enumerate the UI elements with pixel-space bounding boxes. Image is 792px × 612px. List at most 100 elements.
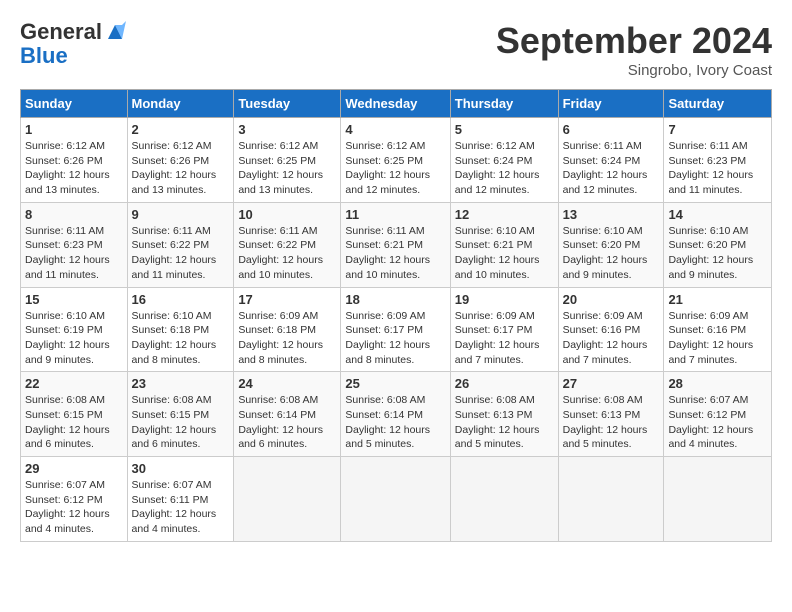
day-info: Sunrise: 6:08 AM Sunset: 6:14 PM Dayligh… (345, 393, 445, 452)
day-of-week-header: Tuesday (234, 90, 341, 118)
calendar-week-row: 1 Sunrise: 6:12 AM Sunset: 6:26 PM Dayli… (21, 118, 772, 203)
day-info: Sunrise: 6:11 AM Sunset: 6:22 PM Dayligh… (238, 224, 336, 283)
day-number: 13 (563, 207, 660, 222)
calendar-day-cell: 3 Sunrise: 6:12 AM Sunset: 6:25 PM Dayli… (234, 118, 341, 203)
day-info: Sunrise: 6:10 AM Sunset: 6:20 PM Dayligh… (668, 224, 767, 283)
day-number: 17 (238, 292, 336, 307)
logo-general: General (20, 20, 102, 44)
calendar-day-cell: 10 Sunrise: 6:11 AM Sunset: 6:22 PM Dayl… (234, 202, 341, 287)
calendar-day-cell: 13 Sunrise: 6:10 AM Sunset: 6:20 PM Dayl… (558, 202, 664, 287)
day-info: Sunrise: 6:09 AM Sunset: 6:18 PM Dayligh… (238, 309, 336, 368)
calendar-day-cell (664, 457, 772, 542)
day-number: 11 (345, 207, 445, 222)
calendar-day-cell: 5 Sunrise: 6:12 AM Sunset: 6:24 PM Dayli… (450, 118, 558, 203)
day-number: 23 (132, 376, 230, 391)
calendar-week-row: 15 Sunrise: 6:10 AM Sunset: 6:19 PM Dayl… (21, 287, 772, 372)
day-of-week-header: Wednesday (341, 90, 450, 118)
day-number: 5 (455, 122, 554, 137)
day-info: Sunrise: 6:11 AM Sunset: 6:22 PM Dayligh… (132, 224, 230, 283)
calendar-day-cell: 26 Sunrise: 6:08 AM Sunset: 6:13 PM Dayl… (450, 372, 558, 457)
calendar-day-cell: 19 Sunrise: 6:09 AM Sunset: 6:17 PM Dayl… (450, 287, 558, 372)
day-number: 19 (455, 292, 554, 307)
calendar-day-cell: 6 Sunrise: 6:11 AM Sunset: 6:24 PM Dayli… (558, 118, 664, 203)
day-info: Sunrise: 6:10 AM Sunset: 6:20 PM Dayligh… (563, 224, 660, 283)
calendar-day-cell (341, 457, 450, 542)
day-number: 6 (563, 122, 660, 137)
calendar-day-cell: 12 Sunrise: 6:10 AM Sunset: 6:21 PM Dayl… (450, 202, 558, 287)
calendar-day-cell (558, 457, 664, 542)
day-number: 18 (345, 292, 445, 307)
day-number: 4 (345, 122, 445, 137)
day-info: Sunrise: 6:09 AM Sunset: 6:16 PM Dayligh… (563, 309, 660, 368)
calendar-day-cell: 27 Sunrise: 6:08 AM Sunset: 6:13 PM Dayl… (558, 372, 664, 457)
day-info: Sunrise: 6:08 AM Sunset: 6:15 PM Dayligh… (132, 393, 230, 452)
day-info: Sunrise: 6:10 AM Sunset: 6:21 PM Dayligh… (455, 224, 554, 283)
day-number: 22 (25, 376, 123, 391)
day-number: 14 (668, 207, 767, 222)
location: Singrobo, Ivory Coast (496, 62, 772, 79)
day-number: 29 (25, 461, 123, 476)
day-info: Sunrise: 6:11 AM Sunset: 6:21 PM Dayligh… (345, 224, 445, 283)
day-of-week-header: Saturday (664, 90, 772, 118)
day-info: Sunrise: 6:12 AM Sunset: 6:26 PM Dayligh… (25, 139, 123, 198)
day-number: 16 (132, 292, 230, 307)
calendar-day-cell: 2 Sunrise: 6:12 AM Sunset: 6:26 PM Dayli… (127, 118, 234, 203)
calendar-day-cell (450, 457, 558, 542)
calendar-day-cell: 28 Sunrise: 6:07 AM Sunset: 6:12 PM Dayl… (664, 372, 772, 457)
day-number: 10 (238, 207, 336, 222)
day-number: 8 (25, 207, 123, 222)
calendar-day-cell: 29 Sunrise: 6:07 AM Sunset: 6:12 PM Dayl… (21, 457, 128, 542)
calendar-day-cell: 22 Sunrise: 6:08 AM Sunset: 6:15 PM Dayl… (21, 372, 128, 457)
day-info: Sunrise: 6:08 AM Sunset: 6:14 PM Dayligh… (238, 393, 336, 452)
day-info: Sunrise: 6:08 AM Sunset: 6:13 PM Dayligh… (563, 393, 660, 452)
day-number: 7 (668, 122, 767, 137)
calendar-table: SundayMondayTuesdayWednesdayThursdayFrid… (20, 89, 772, 542)
day-number: 2 (132, 122, 230, 137)
day-number: 1 (25, 122, 123, 137)
day-info: Sunrise: 6:09 AM Sunset: 6:17 PM Dayligh… (455, 309, 554, 368)
day-number: 28 (668, 376, 767, 391)
day-info: Sunrise: 6:10 AM Sunset: 6:18 PM Dayligh… (132, 309, 230, 368)
calendar-day-cell: 21 Sunrise: 6:09 AM Sunset: 6:16 PM Dayl… (664, 287, 772, 372)
day-info: Sunrise: 6:10 AM Sunset: 6:19 PM Dayligh… (25, 309, 123, 368)
day-number: 21 (668, 292, 767, 307)
logo: General Blue (20, 20, 126, 68)
calendar-day-cell: 25 Sunrise: 6:08 AM Sunset: 6:14 PM Dayl… (341, 372, 450, 457)
calendar-day-cell: 1 Sunrise: 6:12 AM Sunset: 6:26 PM Dayli… (21, 118, 128, 203)
calendar-day-cell: 7 Sunrise: 6:11 AM Sunset: 6:23 PM Dayli… (664, 118, 772, 203)
day-info: Sunrise: 6:12 AM Sunset: 6:26 PM Dayligh… (132, 139, 230, 198)
calendar-day-cell: 24 Sunrise: 6:08 AM Sunset: 6:14 PM Dayl… (234, 372, 341, 457)
day-info: Sunrise: 6:07 AM Sunset: 6:12 PM Dayligh… (25, 478, 123, 537)
day-number: 9 (132, 207, 230, 222)
day-number: 27 (563, 376, 660, 391)
day-info: Sunrise: 6:07 AM Sunset: 6:12 PM Dayligh… (668, 393, 767, 452)
day-of-week-header: Friday (558, 90, 664, 118)
day-number: 25 (345, 376, 445, 391)
day-number: 3 (238, 122, 336, 137)
logo-icon (104, 21, 126, 43)
day-info: Sunrise: 6:11 AM Sunset: 6:23 PM Dayligh… (668, 139, 767, 198)
day-of-week-header: Thursday (450, 90, 558, 118)
calendar-day-cell: 16 Sunrise: 6:10 AM Sunset: 6:18 PM Dayl… (127, 287, 234, 372)
day-info: Sunrise: 6:12 AM Sunset: 6:24 PM Dayligh… (455, 139, 554, 198)
title-area: September 2024 Singrobo, Ivory Coast (496, 20, 772, 79)
day-number: 20 (563, 292, 660, 307)
day-info: Sunrise: 6:12 AM Sunset: 6:25 PM Dayligh… (345, 139, 445, 198)
day-number: 12 (455, 207, 554, 222)
calendar-day-cell: 18 Sunrise: 6:09 AM Sunset: 6:17 PM Dayl… (341, 287, 450, 372)
day-info: Sunrise: 6:08 AM Sunset: 6:13 PM Dayligh… (455, 393, 554, 452)
calendar-day-cell: 20 Sunrise: 6:09 AM Sunset: 6:16 PM Dayl… (558, 287, 664, 372)
calendar-day-cell: 11 Sunrise: 6:11 AM Sunset: 6:21 PM Dayl… (341, 202, 450, 287)
calendar-day-cell: 4 Sunrise: 6:12 AM Sunset: 6:25 PM Dayli… (341, 118, 450, 203)
day-info: Sunrise: 6:09 AM Sunset: 6:17 PM Dayligh… (345, 309, 445, 368)
calendar-day-cell (234, 457, 341, 542)
day-info: Sunrise: 6:11 AM Sunset: 6:24 PM Dayligh… (563, 139, 660, 198)
logo-blue: Blue (20, 44, 68, 68)
calendar-day-cell: 23 Sunrise: 6:08 AM Sunset: 6:15 PM Dayl… (127, 372, 234, 457)
calendar-day-cell: 9 Sunrise: 6:11 AM Sunset: 6:22 PM Dayli… (127, 202, 234, 287)
calendar-day-cell: 8 Sunrise: 6:11 AM Sunset: 6:23 PM Dayli… (21, 202, 128, 287)
day-number: 26 (455, 376, 554, 391)
day-number: 24 (238, 376, 336, 391)
calendar-day-cell: 15 Sunrise: 6:10 AM Sunset: 6:19 PM Dayl… (21, 287, 128, 372)
day-number: 15 (25, 292, 123, 307)
